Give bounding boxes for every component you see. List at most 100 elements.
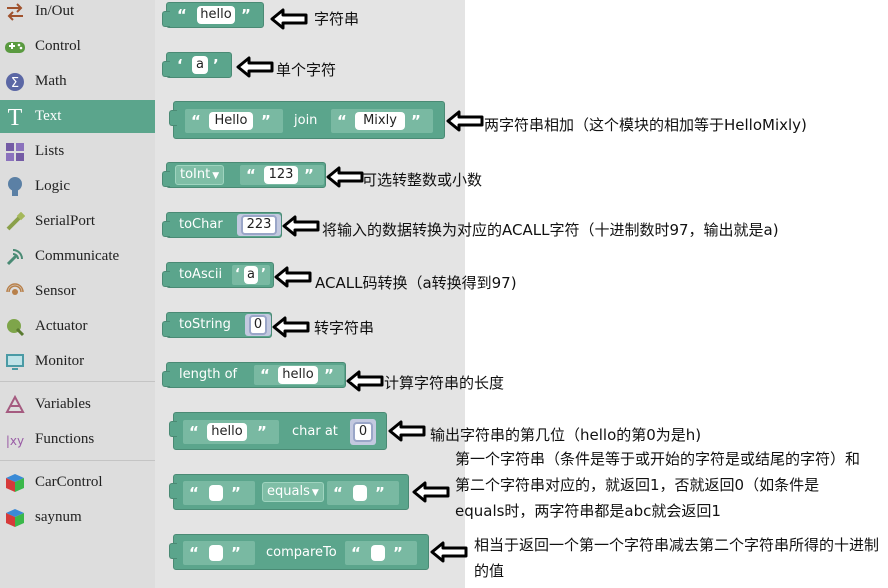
sidebar-divider <box>0 381 155 382</box>
category-label: Control <box>35 38 81 54</box>
equals-left-field[interactable] <box>209 485 223 501</box>
length-of-label: length of <box>179 367 238 382</box>
dropdown-caret-icon: ▼ <box>212 171 220 181</box>
annotation-equals: 第一个字符串（条件是等于或开始的字符是或结尾的字符）和第二个字符串对应的，就返回… <box>455 450 861 520</box>
toascii-char-socket[interactable]: ‘ a ’ <box>231 264 271 286</box>
text-string-block[interactable]: “ hello ” <box>162 2 264 28</box>
pointer-arrow-icon <box>346 370 384 392</box>
text-char-block[interactable]: ‘ a ’ <box>162 52 232 78</box>
variables-icon <box>4 394 26 416</box>
text-join-block[interactable]: “ Hello ” join “ Mixly ” <box>169 101 445 139</box>
category-lists[interactable]: Lists <box>0 135 155 168</box>
tochar-block[interactable]: toChar 223 <box>162 212 282 238</box>
equals-right-string[interactable]: “ ” <box>326 480 400 506</box>
pointer-arrow-icon <box>274 266 312 288</box>
tochar-number-field[interactable]: 223 <box>241 215 277 235</box>
arrows-icon <box>4 1 26 23</box>
usb-plug-icon <box>4 211 26 233</box>
pointer-arrow-icon <box>270 8 308 30</box>
toint-dropdown[interactable]: toInt ▼ <box>175 165 225 185</box>
category-monitor[interactable]: Monitor <box>0 345 155 378</box>
tostring-label: toString <box>179 317 231 332</box>
annotation-compareto: 相当于返回一个第一个字符串减去第二个字符串所得的十进制的值 <box>474 536 880 580</box>
category-variables[interactable]: Variables <box>0 388 155 421</box>
category-saynum[interactable]: saynum <box>0 501 155 534</box>
annotation-tostring: 转字符串 <box>314 319 375 337</box>
close-quote-icon: ” <box>231 544 241 562</box>
category-logic[interactable]: Logic <box>0 170 155 203</box>
char-at-text-socket[interactable]: “ hello ” <box>182 419 280 445</box>
pointer-arrow-icon <box>430 541 468 563</box>
toolbox-sidebar: In/Out Control Σ Math T Text Lists Logic… <box>0 0 155 588</box>
join-left-string[interactable]: “ Hello ” <box>184 108 284 134</box>
join-right-field[interactable]: Mixly <box>355 112 405 130</box>
char-field[interactable]: a <box>192 56 208 74</box>
category-label: Functions <box>35 431 95 447</box>
toint-block[interactable]: toInt ▼ “ 123 ” <box>162 162 326 188</box>
svg-text:Σ: Σ <box>11 76 19 91</box>
string-field[interactable]: hello <box>197 6 235 24</box>
dropdown-caret-icon: ▼ <box>311 488 319 498</box>
join-left-field[interactable]: Hello <box>209 112 253 130</box>
open-quote-icon: “ <box>333 484 343 502</box>
char-at-index-field[interactable]: 0 <box>353 422 373 442</box>
pointer-arrow-icon <box>236 56 274 78</box>
length-field[interactable]: hello <box>278 366 318 384</box>
open-quote-icon: “ <box>177 6 187 24</box>
close-quote-icon: ” <box>261 112 271 130</box>
join-right-string[interactable]: “ Mixly ” <box>330 108 434 134</box>
toascii-label: toAscii <box>179 267 223 282</box>
join-label: join <box>294 113 318 128</box>
category-control[interactable]: Control <box>0 30 155 63</box>
tostring-block[interactable]: toString 0 <box>162 312 272 338</box>
category-communicate[interactable]: Communicate <box>0 240 155 273</box>
toascii-char-field[interactable]: a <box>244 266 258 284</box>
compareto-left-string[interactable]: “ ” <box>182 540 256 566</box>
close-quote-icon: ’ <box>261 267 266 282</box>
equals-block[interactable]: “ ” equals ▼ “ ” <box>169 474 409 510</box>
category-functions[interactable]: |xy Functions <box>0 423 155 456</box>
char-at-label: char at <box>292 424 338 439</box>
toint-input-string[interactable]: “ 123 ” <box>239 164 325 186</box>
length-input-string[interactable]: “ hello ” <box>253 364 345 386</box>
equals-left-string[interactable]: “ ” <box>182 480 256 506</box>
open-quote-icon: “ <box>191 112 201 130</box>
toint-field[interactable]: 123 <box>264 166 298 184</box>
category-label: saynum <box>35 509 82 525</box>
tostring-number-field[interactable]: 0 <box>249 315 267 335</box>
category-actuator[interactable]: Actuator <box>0 310 155 343</box>
length-of-block[interactable]: length of “ hello ” <box>162 362 346 388</box>
category-label: SerialPort <box>35 213 95 229</box>
bulb-icon <box>4 176 26 198</box>
toascii-block[interactable]: toAscii ‘ a ’ <box>162 262 274 288</box>
open-quote-icon: “ <box>189 484 199 502</box>
close-quote-icon: ” <box>375 484 385 502</box>
open-quote-icon: “ <box>260 366 270 384</box>
category-label: Communicate <box>35 248 120 264</box>
category-sensor[interactable]: Sensor <box>0 275 155 308</box>
equals-right-field[interactable] <box>353 485 367 501</box>
compareto-block[interactable]: “ ” compareTo “ ” <box>169 534 429 570</box>
open-quote-icon: “ <box>351 544 361 562</box>
category-inout[interactable]: In/Out <box>0 0 155 28</box>
open-quote-icon: “ <box>189 423 199 441</box>
category-text[interactable]: T Text <box>0 100 155 133</box>
sigma-icon: Σ <box>4 71 26 93</box>
category-carcontrol[interactable]: CarControl <box>0 466 155 499</box>
pointer-arrow-icon <box>446 110 484 132</box>
compareto-label: compareTo <box>266 545 337 560</box>
text-t-icon: T <box>4 106 26 128</box>
close-quote-icon: ” <box>257 423 267 441</box>
category-label: Variables <box>35 396 91 412</box>
equals-dropdown[interactable]: equals ▼ <box>262 482 324 502</box>
monitor-icon <box>4 351 26 373</box>
compareto-right-string[interactable]: “ ” <box>344 540 418 566</box>
pointer-arrow-icon <box>326 166 364 188</box>
category-serialport[interactable]: SerialPort <box>0 205 155 238</box>
compareto-right-field[interactable] <box>371 545 385 561</box>
category-math[interactable]: Σ Math <box>0 65 155 98</box>
char-at-text-field[interactable]: hello <box>207 423 247 441</box>
char-at-block[interactable]: “ hello ” char at 0 <box>169 412 387 450</box>
compareto-left-field[interactable] <box>209 545 223 561</box>
annotation-toascii: ACALL码转换（a转换得到97) <box>315 274 517 292</box>
